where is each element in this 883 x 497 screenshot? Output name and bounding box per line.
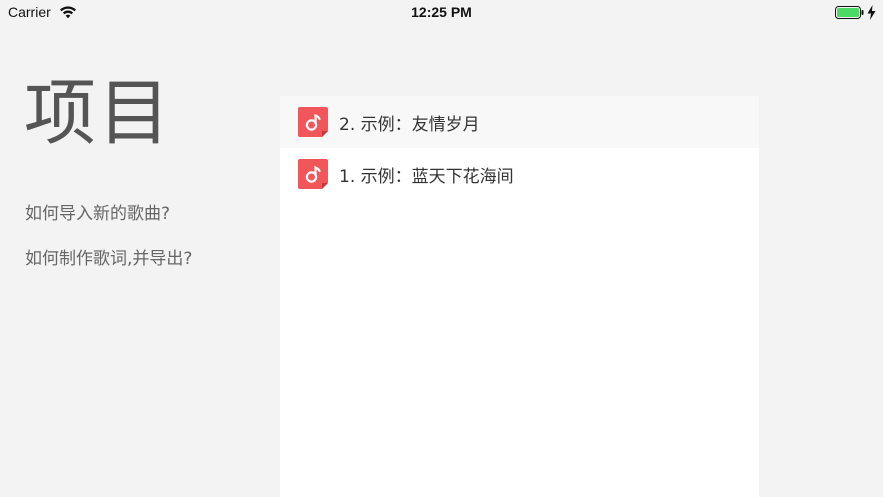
status-bar: Carrier 12:25 PM xyxy=(0,0,883,26)
help-link-import-song[interactable]: 如何导入新的歌曲? xyxy=(25,202,170,226)
music-note-icon xyxy=(298,159,328,189)
music-note-icon xyxy=(298,107,328,137)
charging-bolt-icon xyxy=(867,5,876,20)
help-link-make-lyrics[interactable]: 如何制作歌词,并导出? xyxy=(25,247,192,271)
status-time: 12:25 PM xyxy=(411,4,472,20)
project-label: 2. 示例：友情岁月 xyxy=(339,114,480,135)
battery-icon xyxy=(835,6,864,19)
project-list: 2. 示例：友情岁月 1. 示例：蓝天下花海间 xyxy=(280,96,759,497)
project-label: 1. 示例：蓝天下花海间 xyxy=(339,166,514,187)
page-title: 项目 xyxy=(24,71,173,155)
project-item[interactable]: 1. 示例：蓝天下花海间 xyxy=(280,148,759,200)
project-item[interactable]: 2. 示例：友情岁月 xyxy=(280,96,759,148)
